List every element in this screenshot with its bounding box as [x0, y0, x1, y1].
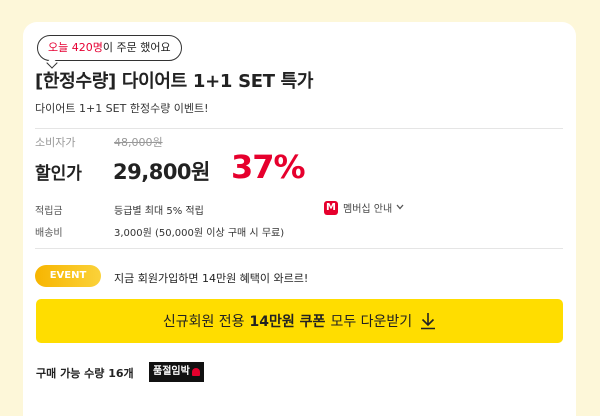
soldout-badge-label: 품절임박	[153, 366, 190, 377]
order-count-text: 이 주문 했어요	[102, 41, 171, 54]
product-card: 오늘 420명이 주문 했어요 [한정수량] 다이어트 1+1 SET 특가 다…	[23, 22, 576, 416]
membership-info-link[interactable]: M 멤버십 안내	[324, 200, 404, 215]
coupon-prefix: 신규회원 전용	[162, 314, 245, 330]
order-count-bubble: 오늘 420명이 주문 했어요	[37, 35, 182, 61]
product-title: [한정수량] 다이어트 1+1 SET 특가	[35, 71, 314, 92]
order-count-highlight: 오늘 420명	[48, 41, 103, 54]
shipping-label: 배송비	[35, 228, 63, 239]
points-value: 등급별 최대 5% 적립	[114, 206, 204, 217]
coupon-suffix: 모두 다운받기	[330, 314, 413, 330]
divider	[35, 248, 563, 249]
membership-m-icon: M	[324, 200, 338, 215]
shipping-value: 3,000원 (50,000원 이상 구매 시 무료)	[114, 228, 285, 239]
consumer-price-label: 소비자가	[35, 136, 76, 149]
siren-icon	[191, 368, 200, 376]
membership-label: 멤버십 안내	[343, 204, 393, 215]
discount-price-label: 할인가	[35, 164, 82, 184]
coupon-download-button[interactable]: 신규회원 전용 14만원 쿠폰 모두 다운받기	[36, 299, 563, 343]
event-badge: EVENT	[35, 265, 101, 287]
stock-quantity-text: 구매 가능 수량 16개	[36, 367, 134, 380]
event-text: 지금 회원가입하면 14만원 혜택이 와르르!	[114, 272, 309, 285]
product-subtitle: 다이어트 1+1 SET 한정수량 이벤트!	[35, 102, 209, 115]
chevron-down-icon	[396, 203, 404, 213]
soldout-imminent-badge: 품절임박	[149, 362, 204, 382]
sale-price: 29,800원	[113, 160, 210, 184]
discount-rate: 37%	[231, 148, 306, 186]
download-icon	[421, 313, 436, 330]
coupon-amount: 14만원 쿠폰	[249, 314, 326, 330]
consumer-price: 48,000원	[114, 136, 163, 149]
divider	[35, 128, 563, 129]
points-label: 적립금	[35, 206, 63, 217]
